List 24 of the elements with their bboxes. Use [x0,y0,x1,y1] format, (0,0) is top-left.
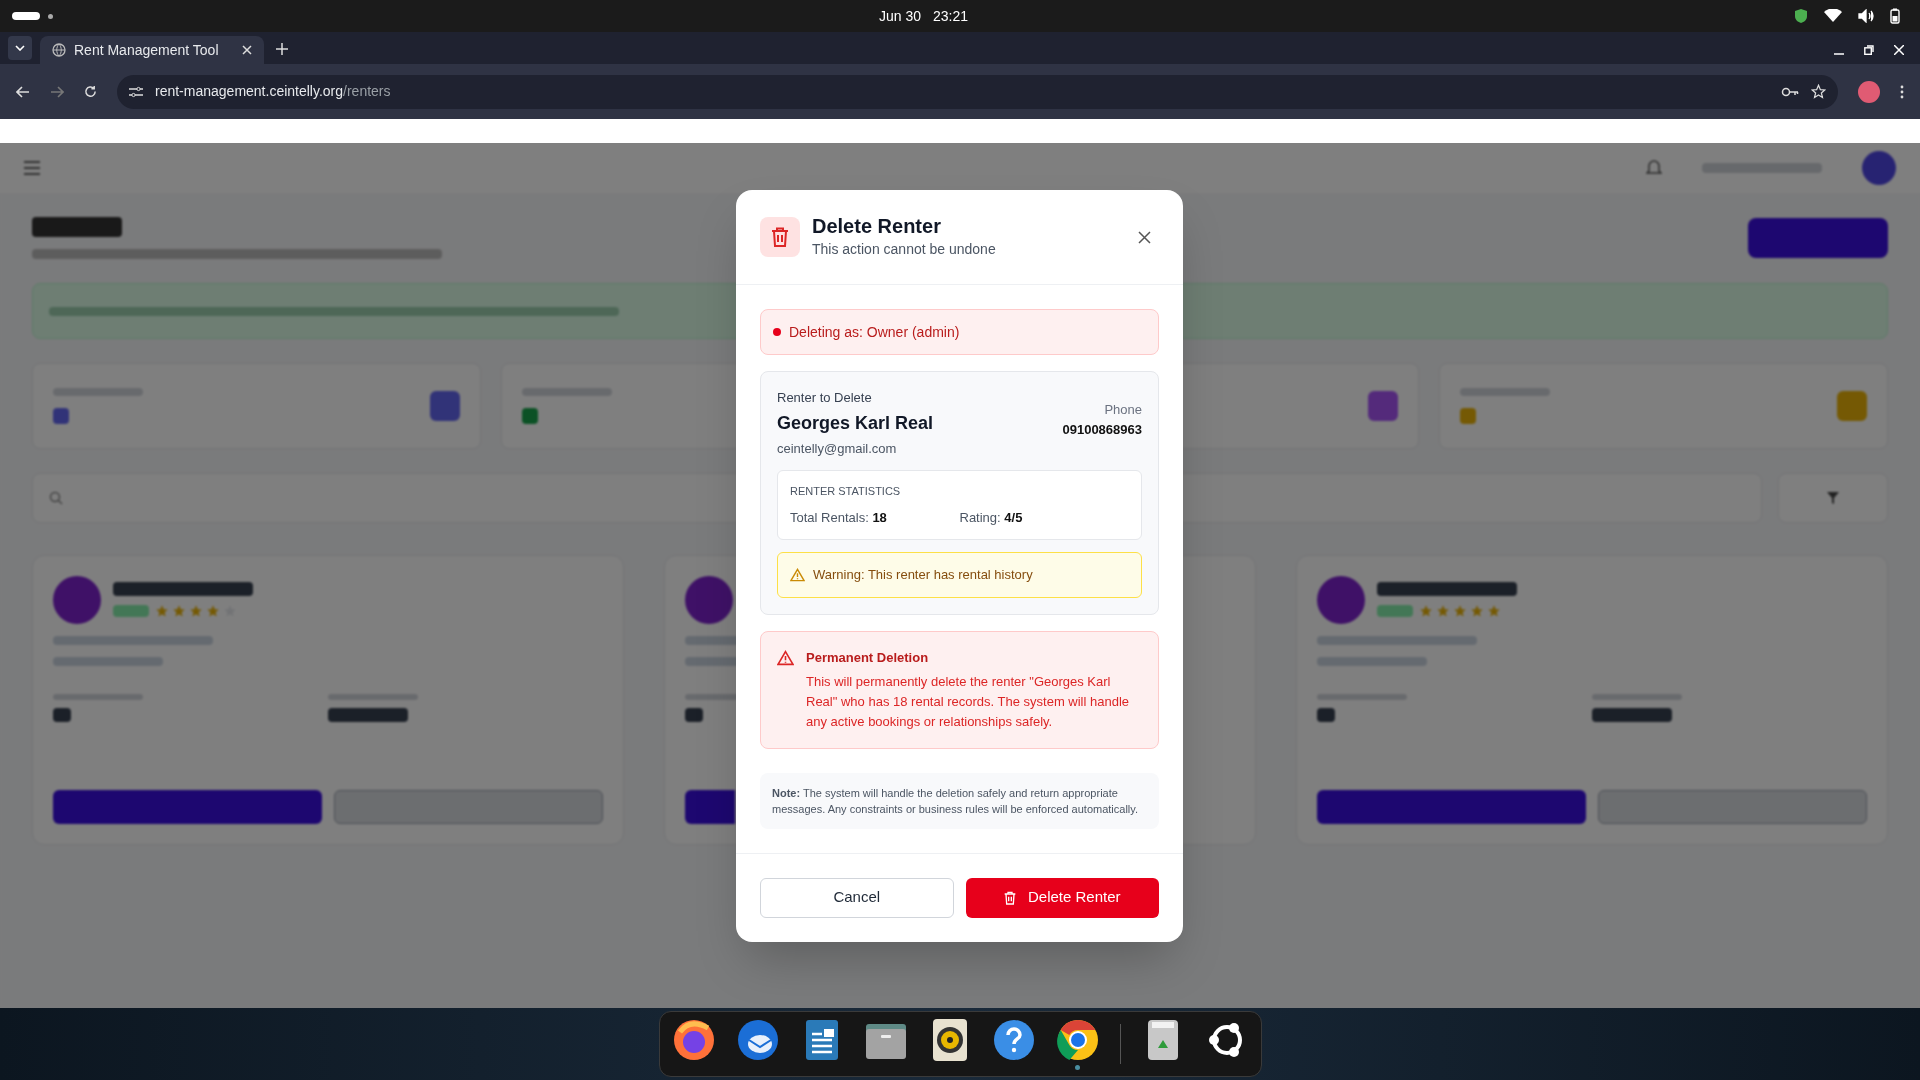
clock[interactable]: 23:21 [933,5,969,27]
statistic: Total Rentals: 18 [790,508,888,527]
statistics-heading: RENTER STATISTICS [790,484,902,499]
dialog-subtitle: This action cannot be undone [812,240,997,259]
tab-title: Rent Management Tool [74,40,220,60]
cancel-button[interactable]: Cancel [760,877,954,918]
url-path: /renters [343,83,391,99]
note-text: Note: The system will handle the deletion safely and return appropriate messages. Any constraints or business rules will be enforced automatically. [772,785,1140,817]
statistic: Rating: 4/5 [959,508,1024,527]
phone-label: Phone [1104,401,1142,419]
url-host: rent-management.ceintelly.org [155,83,344,99]
role-notice-text: Deleting as: Owner (admin) [789,322,960,342]
renter-email: ceintelly@gmail.com [777,439,898,458]
browser-tab[interactable]: Rent Management Tool [40,36,264,64]
danger-title: Permanent Deletion [806,649,930,667]
dialog-title: Delete Renter [812,214,942,239]
panel-heading: Renter to Delete [777,389,873,407]
address-bar[interactable]: rent-management.ceintelly.org/renters [117,74,1838,109]
danger-text: This will permanently delete the renter "Georges Karl Real" who has 18 rental records. The system will handle any active bookings or relationships safely. [806,672,1131,731]
date[interactable]: Jun 30 [878,5,921,27]
renter-name: Georges Karl Real [777,411,935,435]
phone-number: 09100868963 [1062,420,1142,439]
warning-text: Warning: This renter has rental history [813,566,1033,585]
delete-button[interactable]: Delete Renter [965,877,1159,918]
